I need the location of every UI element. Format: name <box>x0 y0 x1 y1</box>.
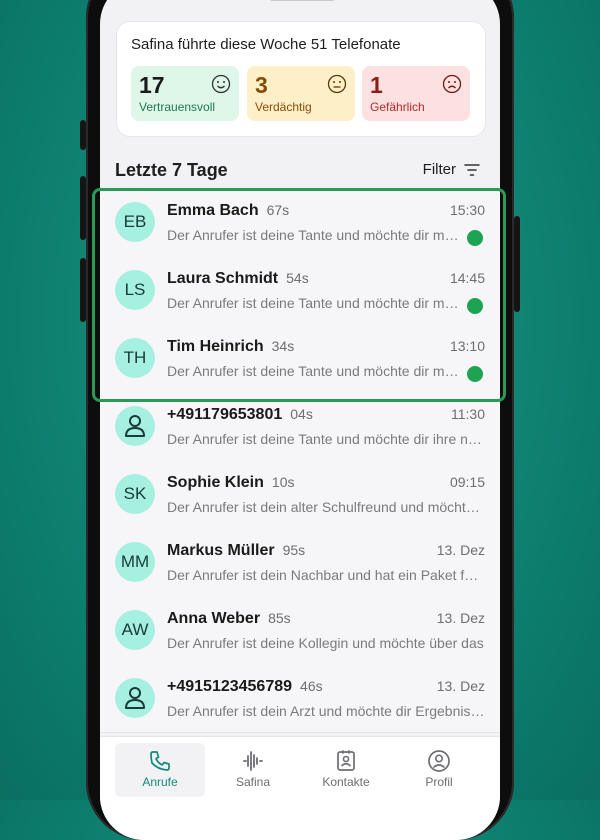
call-row[interactable]: EB Emma Bach 67s 15:30 Der Anrufer ist de… <box>100 188 500 257</box>
caller-name-line: Tim Heinrich 34s <box>167 338 294 356</box>
call-time: 14:45 <box>449 270 485 286</box>
avatar: AW <box>115 610 155 650</box>
caller-name: Anna Weber <box>167 610 261 627</box>
weekly-summary-card: Safina führte diese Woche 51 Telefonate … <box>116 21 486 137</box>
call-row[interactable]: MM Markus Müller 95s 13. Dez Der Anrufer … <box>100 528 500 597</box>
call-summary: Der Anrufer ist deine Tante und möchte d… <box>167 363 459 379</box>
call-time: 13. Dez <box>436 542 485 558</box>
phone-screen: Safina führte diese Woche 51 Telefonate … <box>100 0 500 840</box>
tab-calls[interactable]: Anrufe <box>115 743 205 797</box>
tab-contacts-label: Kontakte <box>322 775 370 789</box>
mute-switch <box>80 120 86 150</box>
call-summary: Der Anrufer ist deine Tante und möchte d… <box>167 295 459 311</box>
smile-face-icon <box>211 74 231 94</box>
call-time: 13:10 <box>449 338 485 354</box>
bottom-tab-bar: Anrufe Safina Kontakte Profil <box>100 736 500 840</box>
tab-safina-label: Safina <box>235 775 271 789</box>
avatar <box>115 406 155 446</box>
summary-title: Safina führte diese Woche 51 Telefonate <box>131 36 401 53</box>
call-duration: 46s <box>300 678 323 694</box>
volume-up-button <box>80 176 86 240</box>
call-row[interactable]: AW Anna Weber 85s 13. Dez Der Anrufer ist… <box>100 596 500 665</box>
caller-name-line: Anna Weber 85s <box>167 610 291 628</box>
caller-name: Markus Müller <box>167 542 275 559</box>
caller-name: +491179653801 <box>167 406 283 423</box>
caller-name-line: Emma Bach 67s <box>167 202 289 220</box>
section-title: Letzte 7 Tage <box>115 160 228 180</box>
filter-icon <box>464 163 480 176</box>
profile-icon <box>428 750 450 772</box>
avatar: SK <box>115 474 155 514</box>
caller-name: Tim Heinrich <box>167 338 264 355</box>
phone-icon <box>150 751 170 771</box>
call-time: 13. Dez <box>436 678 485 694</box>
call-duration: 04s <box>290 406 313 422</box>
call-duration: 95s <box>282 542 306 558</box>
sad-face-icon <box>442 74 462 94</box>
call-time: 13. Dez <box>436 610 485 626</box>
tab-safina[interactable]: Safina <box>208 743 298 797</box>
power-button <box>514 216 520 312</box>
filter-label: Filter <box>422 161 456 178</box>
stat-dangerous[interactable]: 1 Gefährlich <box>362 66 470 121</box>
call-row[interactable]: +4915123456789 46s 13. Dez Der Anrufer is… <box>100 664 500 733</box>
call-summary: Der Anrufer ist deine Kollegin und möcht… <box>167 635 484 651</box>
trusted-status-dot <box>467 230 483 246</box>
call-time: 11:30 <box>451 406 485 422</box>
call-row[interactable]: TH Tim Heinrich 34s 13:10 Der Anrufer ist… <box>100 324 500 393</box>
call-summary: Der Anrufer ist deine Tante und möchte d… <box>167 227 459 243</box>
caller-name-line: Markus Müller 95s <box>167 542 305 560</box>
trusted-status-dot <box>467 366 483 382</box>
avatar: LS <box>115 270 155 310</box>
call-row[interactable]: LS Laura Schmidt 54s 14:45 Der Anrufer is… <box>100 256 500 325</box>
stat-suspicious-count: 3 <box>255 72 268 98</box>
avatar: EB <box>115 202 155 242</box>
tab-profile[interactable]: Profil <box>394 743 484 797</box>
tab-calls-label: Anrufe <box>142 775 178 789</box>
avatar: TH <box>115 338 155 378</box>
caller-name-line: Sophie Klein 10s <box>167 474 294 492</box>
stat-trusted-label: Vertrauensvoll <box>139 100 216 114</box>
status-indicator <box>270 0 334 1</box>
contacts-icon <box>337 750 355 771</box>
stat-trusted-count: 17 <box>139 72 165 98</box>
filter-button[interactable]: Filter <box>423 161 480 178</box>
waveform-icon <box>243 751 263 771</box>
person-icon <box>125 415 145 437</box>
stat-trusted[interactable]: 17 Vertrauensvoll <box>131 66 239 121</box>
avatar: MM <box>115 542 155 582</box>
call-time: 15:30 <box>449 202 485 218</box>
caller-name: +4915123456789 <box>167 678 293 695</box>
call-duration: 67s <box>266 202 290 218</box>
volume-down-button <box>80 258 86 322</box>
call-time: 09:15 <box>449 474 485 490</box>
call-summary: Der Anrufer ist dein Arzt und möchte dir… <box>167 703 485 719</box>
call-row[interactable]: +491179653801 04s 11:30 Der Anrufer ist d… <box>100 392 500 461</box>
call-summary: Der Anrufer ist dein Nachbar und hat ein… <box>167 567 485 583</box>
avatar <box>115 678 155 718</box>
call-summary: Der Anrufer ist deine Tante und möchte d… <box>167 431 485 447</box>
caller-name-line: Laura Schmidt 54s <box>167 270 309 288</box>
neutral-face-icon <box>327 74 347 94</box>
stat-suspicious[interactable]: 3 Verdächtig <box>247 66 355 121</box>
call-duration: 34s <box>271 338 295 354</box>
call-row[interactable]: SK Sophie Klein 10s 09:15 Der Anrufer ist… <box>100 460 500 529</box>
tab-contacts[interactable]: Kontakte <box>301 743 391 797</box>
call-summary: Der Anrufer ist dein alter Schulfreund u… <box>167 499 485 515</box>
caller-name-line: +491179653801 04s <box>167 406 313 424</box>
person-icon <box>125 687 145 709</box>
caller-name: Emma Bach <box>167 202 259 219</box>
caller-name-line: +4915123456789 46s <box>167 678 323 696</box>
call-duration: 85s <box>268 610 291 626</box>
trusted-status-dot <box>467 298 483 314</box>
tab-profile-label: Profil <box>425 775 453 789</box>
call-duration: 54s <box>286 270 309 286</box>
caller-name: Laura Schmidt <box>167 270 279 287</box>
stat-suspicious-label: Verdächtig <box>255 100 312 114</box>
call-duration: 10s <box>271 474 295 490</box>
stat-dangerous-count: 1 <box>370 72 383 98</box>
stat-dangerous-label: Gefährlich <box>370 100 425 114</box>
caller-name: Sophie Klein <box>167 474 264 491</box>
